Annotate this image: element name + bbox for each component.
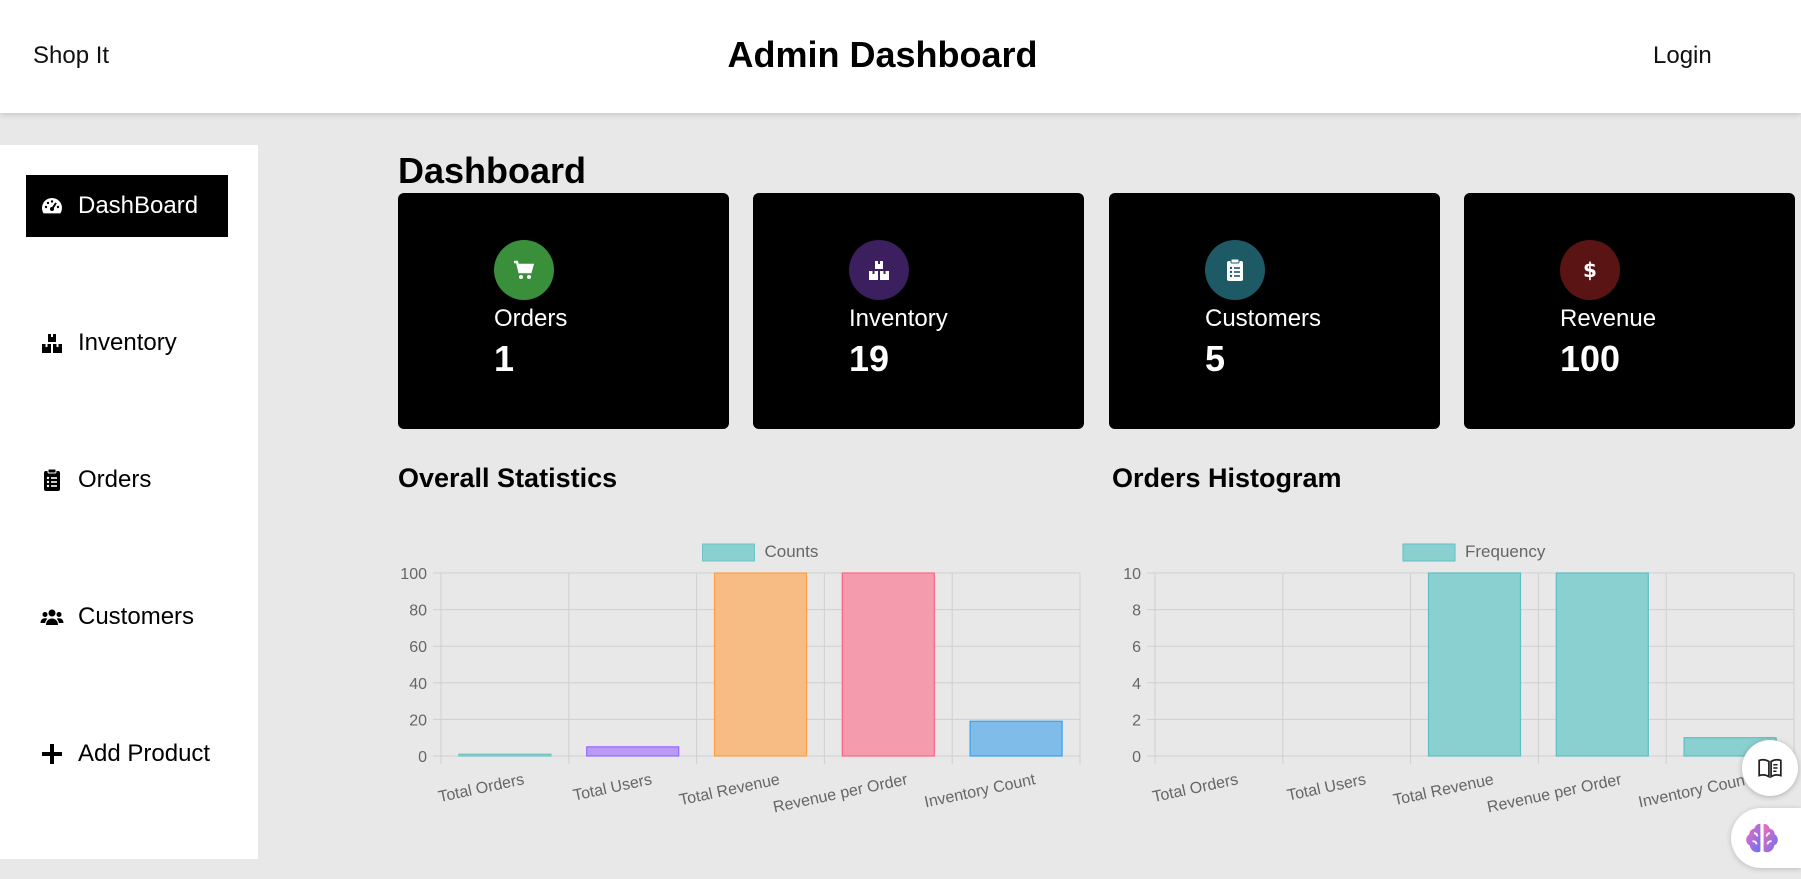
y-tick-label: 8: [1132, 603, 1141, 620]
bar: [969, 720, 1063, 757]
sidebar-item-add-product[interactable]: Add Product: [26, 723, 228, 785]
x-tick-label: Revenue per Order: [772, 771, 910, 816]
stat-label: Inventory: [849, 305, 948, 332]
stat-label: Revenue: [1560, 305, 1657, 332]
y-tick-label: 20: [409, 712, 427, 729]
legend-swatch: [1402, 543, 1456, 562]
assistant-button[interactable]: [1731, 808, 1801, 868]
bar: [713, 572, 808, 757]
overall-statistics-title: Overall Statistics: [398, 463, 618, 493]
sidebar-item-label: Add Product: [78, 740, 211, 767]
sidebar-item-dashboard[interactable]: DashBoard: [26, 175, 228, 237]
sidebar-item-orders[interactable]: Orders: [26, 449, 228, 511]
bar: [586, 746, 680, 757]
x-tick-label: Total Orders: [437, 771, 526, 806]
bar: [458, 753, 552, 757]
x-tick-label: Total Revenue: [678, 771, 782, 809]
sidebar-item-inventory[interactable]: Inventory: [26, 312, 228, 374]
orders-histogram-chart: Frequency 0 2 4 6 8 10 Total Orders Total Users T…: [1104, 500, 1801, 835]
overall-statistics-svg: Counts 0 20 40 60 80 100 Total Orders Total User…: [400, 542, 1081, 816]
y-tick-label: 10: [1123, 566, 1141, 583]
speedometer-icon: [42, 198, 62, 214]
bar: [1427, 572, 1522, 757]
stat-value: 100: [1560, 338, 1621, 379]
x-tick-label: Inventory Count: [923, 771, 1038, 811]
boxes-icon: [42, 334, 62, 353]
brain-icon: [1746, 823, 1778, 853]
boxes-icon: [849, 240, 909, 300]
top-navbar: Shop It Admin Dashboard Login: [0, 0, 1801, 113]
stat-card-customers: Customers 5: [1109, 193, 1440, 429]
orders-histogram-title: Orders Histogram: [1112, 463, 1342, 493]
sidebar-item-customers[interactable]: Customers: [26, 586, 228, 648]
y-tick-label: 0: [1132, 749, 1141, 766]
x-tick-label: Total Users: [1286, 771, 1368, 804]
y-tick-label: 60: [409, 639, 427, 656]
stat-value: 19: [849, 338, 890, 379]
x-tick-label: Revenue per Order: [1486, 771, 1624, 816]
login-link[interactable]: Login: [1653, 42, 1712, 70]
x-tick-label: Total Orders: [1151, 771, 1240, 806]
reader-mode-button[interactable]: [1742, 740, 1798, 796]
y-tick-label: 0: [418, 749, 427, 766]
app-title: Admin Dashboard: [727, 34, 1038, 75]
sidebar-item-label: Customers: [78, 603, 195, 630]
bar: [1555, 572, 1649, 757]
overall-statistics-chart: Counts 0 20 40 60 80 100 Total Orders Total User…: [390, 500, 1090, 835]
plus-icon: [42, 744, 62, 764]
cart-icon: [494, 240, 554, 300]
stat-label: Customers: [1205, 305, 1322, 332]
stat-value: 5: [1205, 338, 1226, 379]
legend-label: Counts: [765, 542, 819, 561]
clipboard-list-icon: [1205, 240, 1265, 300]
stat-card-inventory: Inventory 19: [753, 193, 1084, 429]
stat-label: Orders: [494, 305, 568, 332]
sidebar-item-label: Inventory: [78, 329, 177, 356]
book-reader-icon: [1758, 758, 1782, 779]
orders-histogram-svg: Frequency 0 2 4 6 8 10 Total Orders Total Users T…: [1123, 542, 1795, 816]
sidebar-item-label: Orders: [78, 466, 152, 493]
stat-value: 1: [494, 338, 515, 379]
dollar-icon: $: [1560, 240, 1620, 300]
x-tick-label: Total Users: [572, 771, 654, 804]
legend-label: Frequency: [1465, 542, 1546, 561]
stat-card-revenue: $ Revenue 100: [1464, 193, 1795, 429]
stat-card-orders: Orders 1: [398, 193, 729, 429]
bar: [841, 572, 935, 757]
legend-swatch: [702, 543, 755, 562]
y-tick-label: 80: [409, 603, 427, 620]
clipboard-list-icon: [44, 468, 60, 491]
y-tick-label: 2: [1132, 712, 1141, 729]
y-tick-label: 40: [409, 676, 427, 693]
y-tick-label: 100: [400, 566, 427, 583]
x-tick-label: Total Revenue: [1392, 771, 1496, 809]
y-tick-label: 4: [1132, 676, 1141, 693]
sidebar-item-label: DashBoard: [78, 192, 199, 219]
svg-text:$: $: [1583, 258, 1597, 282]
sidebar: DashBoard Inventory Orders Customers Add…: [0, 145, 258, 859]
users-icon: [40, 609, 64, 625]
page-title: Dashboard: [398, 150, 587, 191]
y-tick-label: 6: [1132, 639, 1141, 656]
x-tick-label: Inventory Count: [1637, 771, 1752, 811]
